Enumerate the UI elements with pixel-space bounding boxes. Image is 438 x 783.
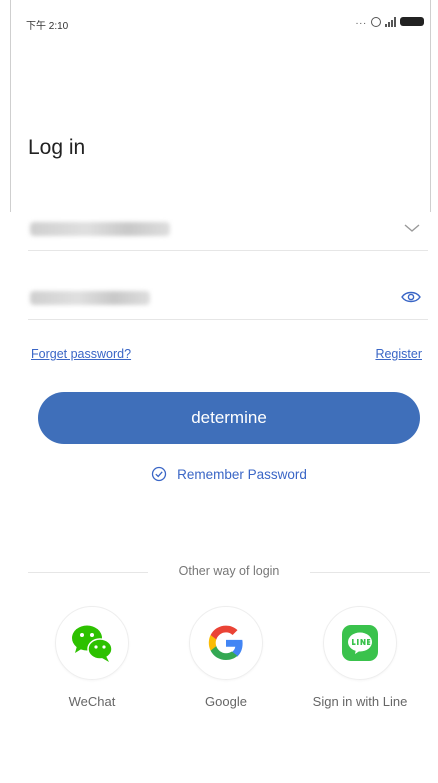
wechat-login[interactable]: WeChat: [22, 606, 162, 709]
wechat-icon: [72, 625, 113, 662]
chevron-down-icon[interactable]: [402, 220, 422, 236]
wechat-label: WeChat: [68, 694, 116, 709]
status-bar: 下午 2:10 ...: [0, 0, 438, 40]
google-label: Google: [205, 694, 247, 709]
account-value: •••••••••••••: [30, 222, 170, 236]
other-login-label: Other way of login: [178, 564, 280, 578]
line-button[interactable]: [323, 606, 397, 680]
check-circle-icon: [151, 466, 167, 482]
wechat-button[interactable]: [55, 606, 129, 680]
remember-password-label: Remember Password: [177, 466, 307, 482]
eye-icon[interactable]: [400, 289, 422, 305]
status-time: 下午 2:10: [26, 21, 69, 32]
line-label: Sign in with Line: [312, 694, 408, 709]
google-login[interactable]: Google: [156, 606, 296, 709]
google-button[interactable]: [189, 606, 263, 680]
status-icons: ...: [356, 16, 424, 27]
frame-divider-left: [10, 0, 11, 212]
register-link[interactable]: Register: [375, 347, 422, 361]
determine-button[interactable]: determine: [38, 392, 420, 444]
google-icon: [208, 625, 243, 660]
page-title: Log in: [28, 136, 86, 159]
password-value: ••••••••••: [30, 291, 150, 305]
line-login[interactable]: Sign in with Line: [290, 606, 430, 709]
remember-password-toggle[interactable]: Remember Password: [0, 466, 438, 482]
battery-icon: [400, 17, 424, 26]
account-field[interactable]: •••••••••••••: [28, 208, 428, 251]
password-field[interactable]: ••••••••••: [28, 277, 428, 320]
frame-divider-right: [430, 0, 431, 212]
line-icon: [342, 625, 378, 661]
signal-icon: [385, 16, 396, 27]
alarm-icon: [371, 16, 381, 27]
forget-password-link[interactable]: Forget password?: [31, 347, 131, 361]
status-dots: ...: [355, 16, 367, 27]
